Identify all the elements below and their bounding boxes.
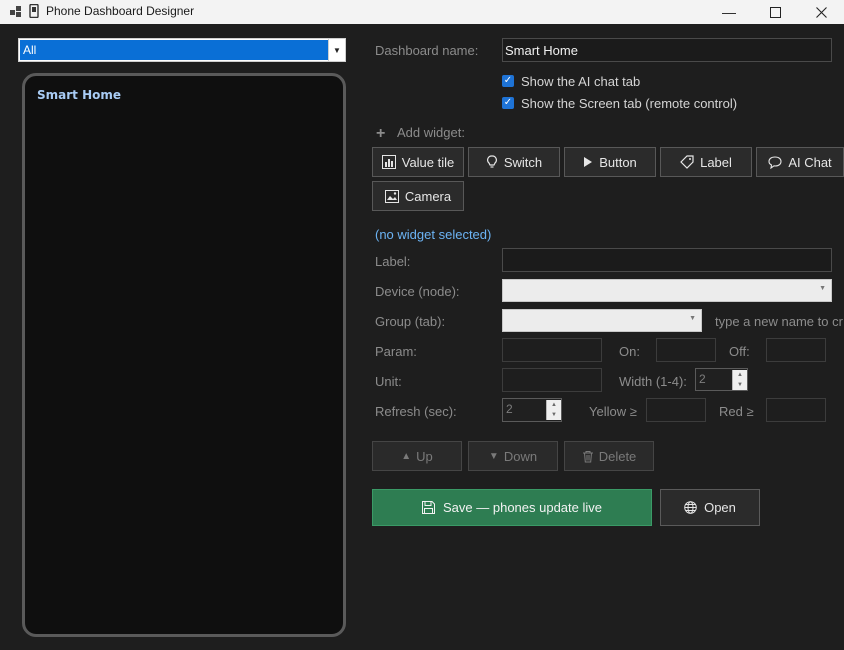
arrow-down-icon: ▼ — [488, 450, 499, 462]
add-ai-chat-label: AI Chat — [788, 154, 832, 170]
phone-icon — [29, 3, 39, 21]
maximize-icon — [769, 6, 781, 18]
trash-icon — [582, 450, 593, 462]
show-ai-chat-checkbox[interactable]: ✓ — [502, 75, 514, 87]
add-label-label: Label — [700, 154, 732, 170]
phone-preview[interactable]: Smart Home — [22, 73, 346, 637]
add-value-tile-label: Value tile — [401, 154, 455, 170]
tag-icon — [680, 155, 694, 169]
width-stepper[interactable]: 2 ▲ ▼ — [695, 368, 748, 391]
off-input[interactable] — [766, 338, 826, 362]
group-label: Group (tab): — [375, 314, 446, 329]
add-switch-label: Switch — [503, 154, 543, 170]
minimize-icon: — — [722, 4, 736, 20]
open-label: Open — [704, 500, 736, 515]
dashboard-name-input[interactable]: Smart Home — [502, 38, 832, 62]
phone-preview-title: Smart Home — [37, 88, 122, 102]
delete-button[interactable]: Delete — [564, 441, 654, 471]
refresh-stepper[interactable]: 2 ▲ ▼ — [502, 398, 562, 422]
add-label-button[interactable]: Label — [660, 147, 752, 177]
on-label: On: — [619, 344, 640, 359]
device-dropdown[interactable]: ▼ — [502, 279, 832, 302]
show-screen-checkbox[interactable]: ✓ — [502, 97, 514, 109]
off-label: Off: — [729, 344, 750, 359]
device-label: Device (node): — [375, 284, 460, 299]
chevron-down-icon[interactable]: ▼ — [328, 39, 345, 61]
delete-label: Delete — [598, 448, 637, 464]
refresh-label: Refresh (sec): — [375, 404, 457, 419]
add-ai-chat-button[interactable]: AI Chat — [756, 147, 844, 177]
minimize-button[interactable]: — — [706, 0, 752, 24]
add-camera-label: Camera — [404, 188, 452, 204]
unit-label: Unit: — [375, 374, 402, 389]
close-button[interactable] — [798, 0, 844, 24]
widget-label-label: Label: — [375, 254, 411, 269]
add-switch-button[interactable]: Switch — [468, 147, 560, 177]
arrow-up-icon: ▲ — [401, 450, 412, 462]
chevron-down-icon: ▼ — [819, 285, 826, 292]
globe-icon — [684, 501, 697, 514]
chevron-down-icon: ▼ — [689, 315, 696, 322]
on-input[interactable] — [656, 338, 716, 362]
save-label: Save — phones update live — [443, 500, 602, 515]
width-value: 2 — [699, 372, 706, 386]
unit-input[interactable] — [502, 368, 602, 392]
add-widget-label: Add widget: — [397, 125, 465, 140]
refresh-value: 2 — [506, 402, 513, 416]
add-button-label: Button — [599, 154, 637, 170]
stepper-up-icon[interactable]: ▲ — [546, 400, 561, 410]
dashboard-name-value: Smart Home — [505, 43, 578, 58]
width-label: Width (1-4): — [619, 374, 687, 389]
add-button-button[interactable]: Button — [564, 147, 656, 177]
param-label: Param: — [375, 344, 417, 359]
red-threshold-input[interactable] — [766, 398, 826, 422]
close-icon — [815, 6, 827, 18]
group-filter-value: All — [20, 40, 328, 60]
group-dropdown[interactable]: ▼ — [502, 309, 702, 332]
chat-bubble-icon — [768, 155, 782, 169]
bar-chart-icon — [381, 155, 396, 169]
move-up-button[interactable]: ▲ Up — [372, 441, 462, 471]
dashboard-name-label: Dashboard name: — [375, 43, 479, 58]
move-down-button[interactable]: ▼ Down — [468, 441, 558, 471]
window-title: Phone Dashboard Designer — [46, 4, 195, 18]
move-down-label: Down — [503, 448, 538, 464]
floppy-disk-icon — [422, 501, 435, 514]
red-threshold-label: Red ≥ — [719, 404, 754, 419]
stepper-up-icon[interactable]: ▲ — [732, 370, 747, 380]
save-button[interactable]: Save — phones update live — [372, 489, 652, 526]
show-screen-label: Show the Screen tab (remote control) — [521, 96, 738, 111]
move-up-label: Up — [416, 448, 433, 464]
selection-status: (no widget selected) — [375, 227, 492, 242]
param-input[interactable] — [502, 338, 602, 362]
open-button[interactable]: Open — [660, 489, 760, 526]
yellow-threshold-label: Yellow ≥ — [589, 404, 637, 419]
add-camera-button[interactable]: Camera — [372, 181, 464, 211]
show-ai-chat-label: Show the AI chat tab — [521, 74, 641, 89]
group-hint: type a new name to cr — [715, 314, 843, 329]
widget-label-input[interactable] — [502, 248, 832, 272]
stepper-down-icon[interactable]: ▼ — [546, 410, 561, 420]
plus-icon: + — [376, 125, 386, 142]
stepper-down-icon[interactable]: ▼ — [732, 380, 747, 390]
lightbulb-icon — [486, 155, 497, 168]
image-icon — [384, 189, 399, 203]
yellow-threshold-input[interactable] — [646, 398, 706, 422]
app-icon — [10, 5, 24, 22]
group-filter-dropdown[interactable]: All ▼ — [18, 38, 346, 62]
play-icon — [584, 157, 593, 167]
title-bar: Phone Dashboard Designer — — [0, 0, 844, 24]
add-value-tile-button[interactable]: Value tile — [372, 147, 464, 177]
maximize-button[interactable] — [752, 0, 798, 24]
